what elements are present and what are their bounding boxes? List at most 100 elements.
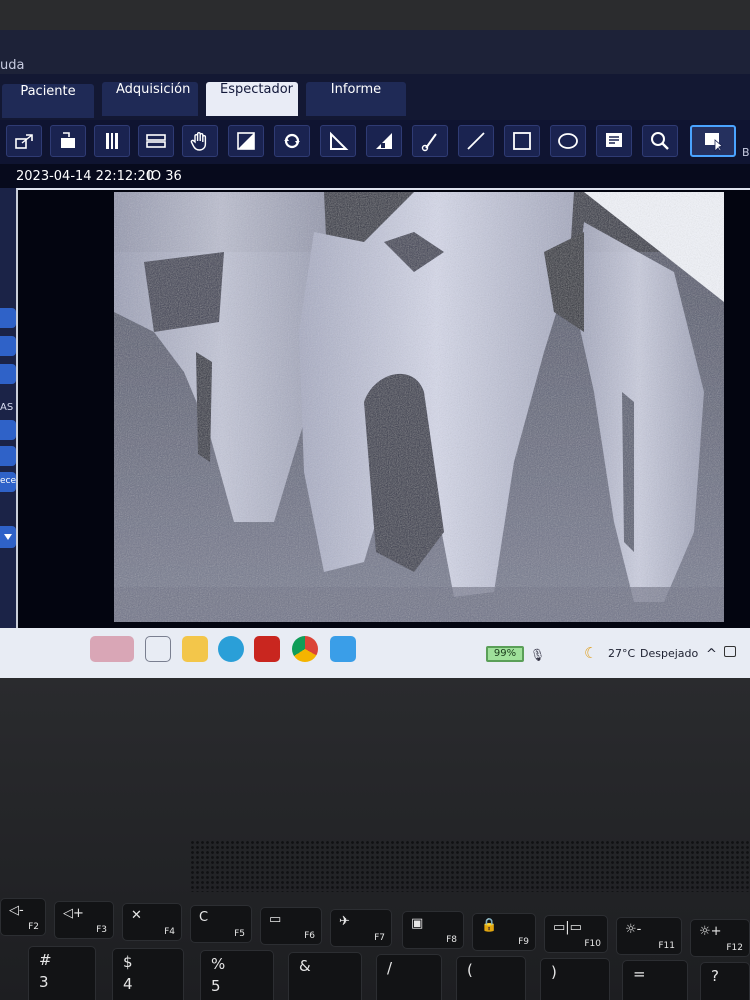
export-icon xyxy=(61,132,75,148)
file-explorer-icon[interactable] xyxy=(182,636,208,662)
import-button[interactable] xyxy=(6,125,42,157)
chevron-down-icon xyxy=(4,534,12,540)
side-button-ecer[interactable]: ecer xyxy=(0,472,20,492)
moon-weather-icon: ☾ xyxy=(584,644,598,662)
side-button[interactable] xyxy=(0,420,16,440)
imaging-app-icon[interactable] xyxy=(330,636,356,662)
key-4[interactable]: $4 xyxy=(112,948,184,1000)
key-f10[interactable]: ▭|▭ F10 xyxy=(544,915,608,953)
key-label: F7 xyxy=(374,933,385,943)
compare-icon xyxy=(106,133,118,149)
camera-icon: ▣ xyxy=(411,916,424,931)
key-6[interactable]: & xyxy=(288,952,362,1000)
battery-indicator[interactable]: 99% xyxy=(486,646,524,662)
key-7[interactable]: / xyxy=(376,954,442,1000)
key-f7[interactable]: ✈ F7 xyxy=(330,909,392,947)
split-view-button[interactable] xyxy=(138,125,174,157)
airplane-mode-icon: ✈ xyxy=(339,914,350,929)
angle-icon xyxy=(330,131,349,150)
image-info-bar: 2023-04-14 22:12:20 IO 36 xyxy=(0,164,750,188)
side-button[interactable] xyxy=(0,364,16,384)
refresh-icon: C xyxy=(199,910,209,925)
split-view-icon xyxy=(146,134,166,148)
sensor-label: IO 36 xyxy=(147,169,182,184)
key-apostrophe[interactable]: ? xyxy=(700,962,750,1000)
edge-browser-icon[interactable] xyxy=(218,636,244,662)
tray-chevron-icon[interactable]: ^ xyxy=(706,647,717,662)
key-8[interactable]: ( xyxy=(456,956,526,1000)
speaker-grille xyxy=(190,840,750,892)
photo-of-laptop: uda Paciente Adquisición Espectador Info… xyxy=(0,0,750,1000)
key-symbol: / xyxy=(387,959,393,977)
display-mode-icon: ▭|▭ xyxy=(553,920,582,935)
select-icon xyxy=(705,133,723,152)
ellipse-button[interactable] xyxy=(550,125,586,157)
chrome-icon[interactable] xyxy=(292,636,318,662)
brightness-down-icon: ☼- xyxy=(625,922,642,937)
key-9[interactable]: ) xyxy=(540,958,610,1000)
line-button[interactable] xyxy=(458,125,494,157)
export-button[interactable] xyxy=(50,125,86,157)
tab-paciente[interactable]: Paciente xyxy=(2,84,94,118)
weather-text[interactable]: Despejado xyxy=(640,647,698,660)
contrast-button[interactable] xyxy=(228,125,264,157)
key-symbol: % xyxy=(211,955,226,973)
volume-down-icon: ◁- xyxy=(9,903,24,918)
key-symbol: = xyxy=(633,965,646,983)
key-f6[interactable]: ▭ F6 xyxy=(260,907,322,945)
contrast-icon xyxy=(237,132,255,150)
rectangle-button[interactable] xyxy=(504,125,540,157)
key-symbol: ) xyxy=(551,963,557,981)
menu-bar: uda xyxy=(0,30,750,74)
menu-help-partial[interactable]: uda xyxy=(0,58,24,73)
touchpad-icon: ▭ xyxy=(269,912,282,927)
volume-up-icon: ◁+ xyxy=(63,906,84,921)
key-0[interactable]: = xyxy=(622,960,688,1000)
side-button[interactable] xyxy=(0,446,16,466)
brightness-button[interactable] xyxy=(366,125,402,157)
image-viewer[interactable] xyxy=(16,188,750,628)
select-button[interactable] xyxy=(690,125,736,157)
key-5[interactable]: % 5 xyxy=(200,950,274,1000)
side-dropdown[interactable] xyxy=(0,526,16,548)
rectangle-icon xyxy=(513,132,531,150)
temperature-text[interactable]: 27°C xyxy=(608,647,635,660)
key-f8[interactable]: ▣ F8 xyxy=(402,911,464,949)
compare-button[interactable] xyxy=(94,125,130,157)
tab-adquisicion[interactable]: Adquisición xyxy=(102,82,198,116)
key-f11[interactable]: ☼- F11 xyxy=(616,917,682,955)
microphone-icon[interactable]: 🎙 xyxy=(530,648,545,662)
paint-app-icon[interactable] xyxy=(90,636,134,662)
key-f2[interactable]: ◁- F2 xyxy=(0,898,46,936)
tray-network-icon[interactable] xyxy=(724,646,736,657)
key-f12[interactable]: ☼+ F12 xyxy=(690,919,750,957)
annotation-button[interactable] xyxy=(596,125,632,157)
laptop-screen: uda Paciente Adquisición Espectador Info… xyxy=(0,30,750,678)
import-icon xyxy=(15,134,33,149)
line-icon xyxy=(467,132,485,150)
key-label: F3 xyxy=(96,925,107,935)
key-number: 5 xyxy=(211,977,221,995)
tab-informe[interactable]: Informe xyxy=(306,82,406,116)
pan-button[interactable] xyxy=(182,125,218,157)
key-symbol: $ xyxy=(123,953,133,971)
probe-button[interactable] xyxy=(412,125,448,157)
antivirus-icon[interactable] xyxy=(254,636,280,662)
key-f4[interactable]: ✕ F4 xyxy=(122,903,182,941)
key-label: F11 xyxy=(658,941,675,951)
key-3[interactable]: #3 xyxy=(28,946,96,1000)
tab-espectador[interactable]: Espectador xyxy=(206,82,298,116)
key-number: 4 xyxy=(123,975,133,993)
key-f9[interactable]: 🔒 F9 xyxy=(472,913,536,951)
side-label-as: AS xyxy=(0,402,14,413)
zoom-button[interactable] xyxy=(642,125,678,157)
key-f3[interactable]: ◁+ F3 xyxy=(54,901,114,939)
side-button[interactable] xyxy=(0,336,16,356)
rotate-button[interactable] xyxy=(274,125,310,157)
key-f5[interactable]: C F5 xyxy=(190,905,252,943)
toolbar-partial-label: B xyxy=(742,146,750,159)
side-button[interactable] xyxy=(0,308,16,328)
key-label: F12 xyxy=(726,943,743,953)
angle-button[interactable] xyxy=(320,125,356,157)
task-view-icon[interactable] xyxy=(145,636,171,662)
